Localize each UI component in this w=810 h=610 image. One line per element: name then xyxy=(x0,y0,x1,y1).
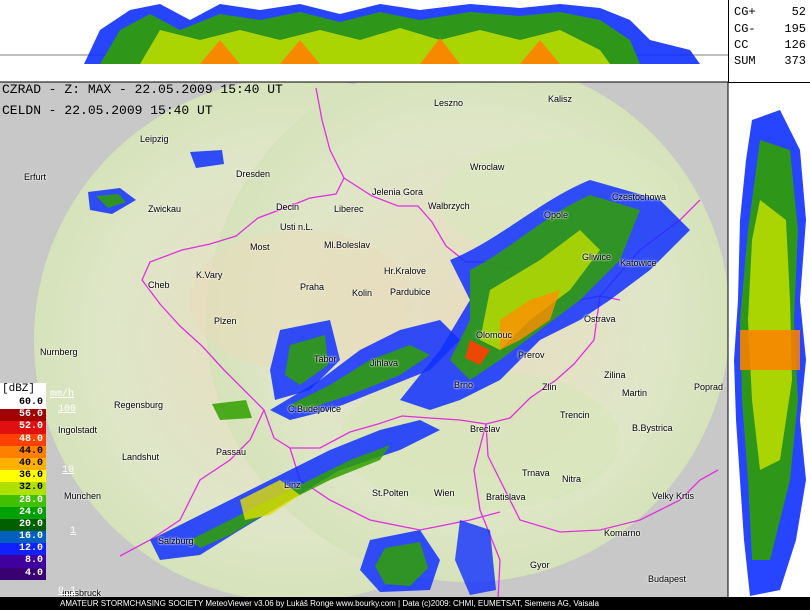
city-label: Linz xyxy=(284,480,301,490)
legend-swatch: 56.0 xyxy=(0,409,46,422)
city-label: Liberec xyxy=(334,204,364,214)
legend-swatch: 16.0 xyxy=(0,531,46,544)
city-label: Kolin xyxy=(352,288,373,298)
legend-swatch: 36.0 xyxy=(0,470,46,483)
city-label: Komarno xyxy=(604,528,641,538)
city-label: Zlin xyxy=(542,382,557,392)
city-label: Ml.Boleslav xyxy=(324,240,371,250)
city-label: Nurnberg xyxy=(40,347,78,357)
city-label: Regensburg xyxy=(114,400,164,410)
radar-product-title: CZRAD - Z: MAX - 22.05.2009 15:40 UT xyxy=(2,82,283,97)
city-label: Martin xyxy=(622,388,648,398)
credits-footer: AMATEUR STORMCHASING SOCIETY MeteoViewer… xyxy=(0,597,810,610)
stat-row: CG+ 52 xyxy=(734,5,806,19)
city-label: Walbrzych xyxy=(428,201,470,211)
rain-mark: 10 xyxy=(62,465,75,476)
legend-swatch: 60.0 xyxy=(0,397,46,410)
city-label: Usti n.L. xyxy=(280,222,314,232)
city-label: Czestochowa xyxy=(612,192,667,202)
city-label: Munchen xyxy=(64,491,102,501)
legend-swatch: 20.0 xyxy=(0,518,46,532)
city-label: Olomouc xyxy=(476,330,513,340)
legend-swatch: 28.0 xyxy=(0,494,46,507)
city-label: Brno xyxy=(454,380,474,390)
city-label: Cheb xyxy=(148,280,170,290)
city-label: Opole xyxy=(544,210,569,220)
lightning-product-title: CELDN - 22.05.2009 15:40 UT xyxy=(2,103,213,118)
city-label: C.Budejovice xyxy=(288,404,342,414)
city-label: Tabor xyxy=(314,354,337,364)
city-label: Budapest xyxy=(648,574,687,584)
city-label: Hr.Kralove xyxy=(384,266,427,276)
city-label: Dresden xyxy=(236,169,271,179)
city-label: Trnava xyxy=(522,468,550,478)
city-label: Gyor xyxy=(530,560,550,570)
city-label: Plzen xyxy=(214,316,237,326)
city-label: Velky Krtis xyxy=(652,491,695,501)
legend-swatch: 48.0 xyxy=(0,433,46,446)
city-label: Wien xyxy=(434,488,455,498)
city-label: Salzburg xyxy=(158,536,194,546)
city-label: Leipzig xyxy=(140,134,169,144)
city-label: Zilina xyxy=(604,370,626,380)
legend-swatch: 40.0 xyxy=(0,457,46,471)
city-label: Decin xyxy=(276,202,300,212)
city-label: B.Bystrica xyxy=(632,423,673,433)
legend-swatch: 32.0 xyxy=(0,482,46,495)
city-label: Praha xyxy=(300,282,325,292)
stat-row: CG- 195 xyxy=(734,22,806,36)
legend-swatch: 44.0 xyxy=(0,445,46,458)
rain-mark: 0.1 xyxy=(58,586,77,597)
radar-frame: CZRAD - Z: MAX - 22.05.2009 15:40 UT CEL… xyxy=(0,0,810,610)
lightning-stats: CG+ 52 CG- 195 CC 126 SUM 373 xyxy=(728,0,810,83)
city-label: Breclav xyxy=(470,424,501,434)
city-label: Jihlava xyxy=(370,358,399,368)
stat-row: SUM 373 xyxy=(734,54,806,68)
city-label: Ostrava xyxy=(584,314,616,324)
city-label: St.Polten xyxy=(372,488,409,498)
dbz-legend: [dBZ] 60.0 56.0 52.0 48.0 44.0 40.0 36.0 32.0 28… xyxy=(0,383,46,580)
city-label: Jelenia Gora xyxy=(372,187,424,197)
city-label: Poprad xyxy=(694,382,724,392)
rain-mark: 100 xyxy=(58,404,77,415)
city-label: Wroclaw xyxy=(470,162,505,172)
stat-row: CC 126 xyxy=(734,38,806,52)
city-label: Nitra xyxy=(562,474,582,484)
legend-swatch: 8.0 xyxy=(0,555,46,568)
city-label: Pardubice xyxy=(390,287,431,297)
city-label: Kalisz xyxy=(548,94,573,104)
city-label: Katowice xyxy=(620,258,657,268)
city-label: Ingolstadt xyxy=(58,425,98,435)
legend-swatch: 24.0 xyxy=(0,506,46,519)
city-label: Most xyxy=(250,242,270,252)
city-label: Passau xyxy=(216,447,247,457)
city-label: Trencin xyxy=(560,410,590,420)
legend-unit: mm/h xyxy=(50,389,75,400)
legend-swatch: 52.0 xyxy=(0,421,46,434)
legend-title: [dBZ] xyxy=(0,383,46,397)
city-label: Gliwice xyxy=(582,252,612,262)
city-label: Erfurt xyxy=(24,172,47,182)
city-label: K.Vary xyxy=(196,270,223,280)
city-label: Zwickau xyxy=(148,204,182,214)
city-label: Leszno xyxy=(434,98,464,108)
city-label: Prerov xyxy=(518,350,545,360)
city-label: Landshut xyxy=(122,452,160,462)
city-label: Bratislava xyxy=(486,492,526,502)
rain-mark: 1 xyxy=(70,526,77,537)
legend-swatch: 4.0 xyxy=(0,567,46,580)
legend-swatch: 12.0 xyxy=(0,543,46,556)
